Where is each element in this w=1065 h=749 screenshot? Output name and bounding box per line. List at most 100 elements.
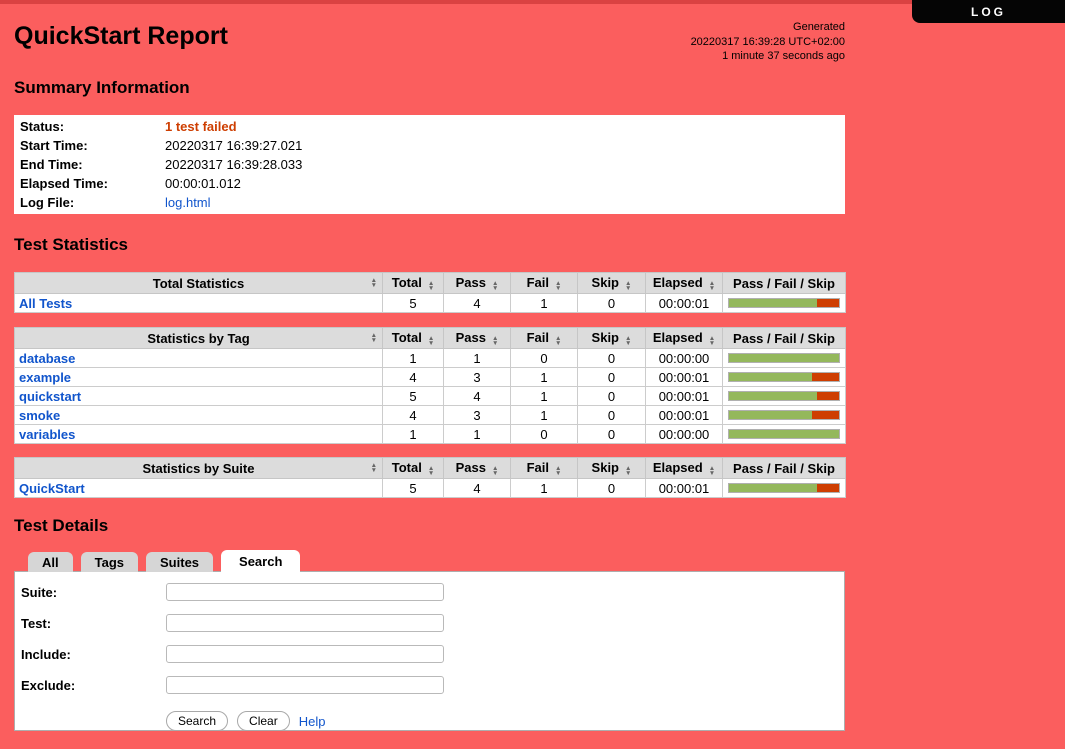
column-header-fail[interactable]: Fail▲▼	[511, 458, 578, 479]
column-header-pass[interactable]: Pass▲▼	[444, 458, 511, 479]
tab-search[interactable]: Search	[221, 550, 300, 572]
fail-cell: 1	[511, 294, 578, 313]
tag-link[interactable]: smoke	[19, 408, 60, 423]
total-cell: 1	[383, 349, 444, 368]
sort-icon: ▲▼	[625, 281, 631, 291]
test-field-label: Test:	[21, 614, 166, 631]
top-stripe	[0, 0, 1065, 4]
log-button[interactable]: LOG	[912, 0, 1065, 23]
table-row: database 1 1 0 0 00:00:00	[15, 349, 846, 368]
skip-cell: 0	[578, 368, 646, 387]
column-header-pass-fail-skip: Pass / Fail / Skip	[723, 458, 846, 479]
sort-icon: ▲▼	[371, 278, 377, 288]
column-header-pass[interactable]: Pass▲▼	[444, 328, 511, 349]
bar-cell	[723, 406, 846, 425]
sort-icon: ▲▼	[555, 281, 561, 291]
total-cell: 5	[383, 479, 444, 498]
clear-button[interactable]: Clear	[237, 711, 290, 731]
end-time-label: End Time:	[20, 157, 165, 172]
sort-icon: ▲▼	[428, 466, 434, 476]
elapsed-cell: 00:00:00	[646, 425, 723, 444]
fail-bar-segment	[817, 392, 839, 400]
all-tests-link[interactable]: All Tests	[19, 296, 72, 311]
test-input[interactable]	[166, 614, 444, 632]
exclude-input[interactable]	[166, 676, 444, 694]
sort-icon: ▲▼	[709, 466, 715, 476]
form-row-test: Test:	[21, 614, 844, 632]
tag-link[interactable]: variables	[19, 427, 75, 442]
generated-ago: 1 minute 37 seconds ago	[691, 49, 845, 64]
elapsed-cell: 00:00:01	[646, 368, 723, 387]
status-label: Status:	[20, 119, 165, 134]
sort-icon: ▲▼	[555, 466, 561, 476]
sort-icon: ▲▼	[555, 336, 561, 346]
column-header-elapsed[interactable]: Elapsed▲▼	[646, 328, 723, 349]
fail-bar-segment	[812, 373, 840, 381]
search-button[interactable]: Search	[166, 711, 228, 731]
help-link[interactable]: Help	[299, 714, 326, 729]
total-cell: 5	[383, 387, 444, 406]
column-header-statistics-by-suite[interactable]: Statistics by Suite▲▼	[15, 458, 383, 479]
total-cell: 5	[383, 294, 444, 313]
column-header-total[interactable]: Total▲▼	[383, 328, 444, 349]
column-header-elapsed[interactable]: Elapsed▲▼	[646, 273, 723, 294]
include-input[interactable]	[166, 645, 444, 663]
pass-bar-segment	[729, 430, 839, 438]
column-header-pass[interactable]: Pass▲▼	[444, 273, 511, 294]
fail-bar-segment	[817, 484, 839, 492]
statistics-by-suite-table: Statistics by Suite▲▼ Total▲▼ Pass▲▼ Fai…	[14, 457, 846, 498]
column-header-total[interactable]: Total▲▼	[383, 458, 444, 479]
suite-field-label: Suite:	[21, 583, 166, 600]
elapsed-time-label: Elapsed Time:	[20, 176, 165, 191]
summary-row-elapsed-time: Elapsed Time: 00:00:01.012	[14, 174, 845, 193]
table-row: All Tests 5 4 1 0 00:00:01	[15, 294, 846, 313]
suite-input[interactable]	[166, 583, 444, 601]
tab-suites[interactable]: Suites	[146, 552, 213, 572]
summary-row-end-time: End Time: 20220317 16:39:28.033	[14, 155, 845, 174]
pass-fail-bar	[728, 483, 840, 493]
column-header-pass-fail-skip: Pass / Fail / Skip	[723, 328, 846, 349]
fail-cell: 1	[511, 406, 578, 425]
skip-cell: 0	[578, 294, 646, 313]
pass-cell: 1	[444, 425, 511, 444]
table-row: example 4 3 1 0 00:00:01	[15, 368, 846, 387]
pass-fail-bar	[728, 429, 840, 439]
pass-fail-bar	[728, 391, 840, 401]
fail-cell: 0	[511, 425, 578, 444]
fail-cell: 1	[511, 368, 578, 387]
pass-bar-segment	[729, 299, 817, 307]
summary-box: Status: 1 test failed Start Time: 202203…	[14, 115, 845, 214]
column-header-skip[interactable]: Skip▲▼	[578, 458, 646, 479]
elapsed-cell: 00:00:01	[646, 387, 723, 406]
tag-link[interactable]: quickstart	[19, 389, 81, 404]
bar-cell	[723, 387, 846, 406]
column-header-elapsed[interactable]: Elapsed▲▼	[646, 458, 723, 479]
bar-cell	[723, 349, 846, 368]
pass-bar-segment	[729, 373, 812, 381]
test-details-heading: Test Details	[14, 516, 845, 536]
column-header-skip[interactable]: Skip▲▼	[578, 273, 646, 294]
suite-link[interactable]: QuickStart	[19, 481, 85, 496]
pass-fail-bar	[728, 410, 840, 420]
start-time-label: Start Time:	[20, 138, 165, 153]
column-header-skip[interactable]: Skip▲▼	[578, 328, 646, 349]
pass-cell: 3	[444, 368, 511, 387]
column-header-fail[interactable]: Fail▲▼	[511, 328, 578, 349]
column-header-fail[interactable]: Fail▲▼	[511, 273, 578, 294]
column-header-total[interactable]: Total▲▼	[383, 273, 444, 294]
column-header-statistics-by-tag[interactable]: Statistics by Tag▲▼	[15, 328, 383, 349]
tag-link[interactable]: example	[19, 370, 71, 385]
table-row: smoke 4 3 1 0 00:00:01	[15, 406, 846, 425]
sort-icon: ▲▼	[625, 336, 631, 346]
tab-all[interactable]: All	[28, 552, 73, 572]
fail-cell: 1	[511, 479, 578, 498]
tag-link[interactable]: database	[19, 351, 75, 366]
pass-cell: 1	[444, 349, 511, 368]
tab-tags[interactable]: Tags	[81, 552, 138, 572]
log-file-link[interactable]: log.html	[165, 195, 211, 210]
fail-bar-segment	[817, 299, 839, 307]
column-header-total-statistics[interactable]: Total Statistics▲▼	[15, 273, 383, 294]
fail-bar-segment	[812, 411, 840, 419]
summary-row-log-file: Log File: log.html	[14, 193, 845, 212]
table-row: variables 1 1 0 0 00:00:00	[15, 425, 846, 444]
